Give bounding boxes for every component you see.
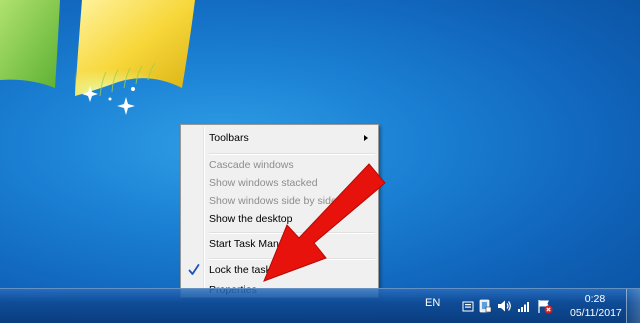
network-signal-icon[interactable] [516, 298, 532, 314]
submenu-arrow-icon [364, 135, 368, 141]
volume-icon[interactable] [496, 298, 512, 314]
show-desktop-button[interactable] [626, 289, 640, 323]
menu-item-show-the-desktop[interactable]: Show the desktop [183, 209, 376, 229]
menu-item-label: Toolbars [209, 132, 249, 144]
language-indicator[interactable]: EN [425, 297, 440, 309]
menu-item-show-windows-stacked[interactable]: Show windows stacked [183, 173, 376, 193]
menu-item-lock-the-taskbar[interactable]: Lock the taskbar [183, 260, 376, 280]
menu-item-show-windows-side-by-side[interactable]: Show windows side by side [183, 191, 376, 211]
menu-item-label: Show windows side by side [209, 195, 337, 207]
menu-item-start-task-manager[interactable]: Start Task Manager [183, 234, 376, 254]
network-error-icon[interactable] [537, 298, 553, 314]
clock-date: 05/11/2017 [570, 307, 622, 319]
menu-item-label: Show windows stacked [209, 177, 318, 189]
checkmark-icon [188, 264, 200, 275]
desktop[interactable]: Toolbars Cascade windows Show windows st… [0, 0, 640, 323]
show-hidden-icons-icon[interactable] [460, 298, 476, 314]
windows-logo-icon [0, 0, 195, 115]
menu-item-label: Lock the taskbar [209, 264, 287, 276]
menu-item-label: Start Task Manager [209, 238, 300, 250]
menu-item-label: Show the desktop [209, 213, 293, 225]
action-center-icon[interactable] [477, 298, 493, 314]
system-clock[interactable]: 0:28 05/11/2017 [570, 292, 622, 320]
taskbar[interactable]: EN 0:28 05/11/2017 [0, 288, 640, 323]
clock-time: 0:28 [584, 293, 606, 305]
menu-item-label: Cascade windows [209, 159, 294, 171]
taskbar-context-menu: Toolbars Cascade windows Show windows st… [180, 124, 379, 298]
menu-item-cascade-windows[interactable]: Cascade windows [183, 155, 376, 175]
menu-item-toolbars[interactable]: Toolbars [183, 128, 376, 148]
